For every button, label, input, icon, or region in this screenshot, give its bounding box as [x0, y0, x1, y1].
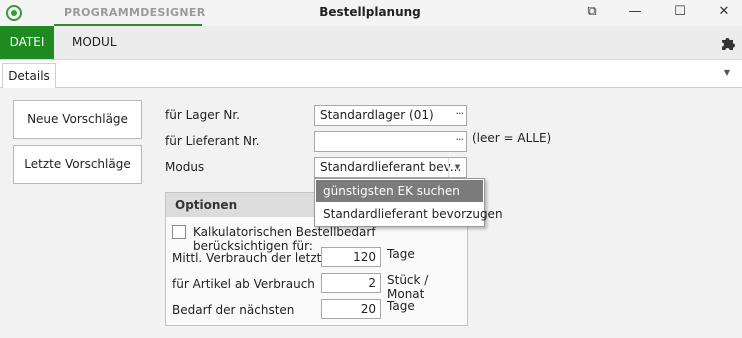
lieferant-label: für Lieferant Nr. — [165, 134, 260, 148]
artikel-unit: Stück / Monat — [387, 273, 429, 301]
lieferant-hint: (leer = ALLE) — [472, 131, 552, 145]
modus-value: Standardlieferant bev... — [320, 160, 462, 174]
maximize-icon[interactable]: ☐ — [660, 0, 700, 26]
window-title: Bestellplanung — [319, 5, 421, 19]
app-logo-icon[interactable] — [6, 5, 22, 21]
verbrauch-input[interactable]: 120 — [321, 247, 381, 267]
minimize-icon[interactable]: — — [615, 0, 655, 26]
ellipsis-icon[interactable]: ··· — [456, 132, 464, 148]
chevron-down-icon[interactable]: ▼ — [448, 158, 466, 177]
dropdown-option-guenstigsten-ek[interactable]: günstigsten EK suchen — [316, 180, 483, 202]
bedarf-input[interactable]: 20 — [321, 299, 381, 319]
menu-datei[interactable]: DATEI — [0, 26, 54, 59]
programmdesigner-tab[interactable]: PROGRAMMDESIGNER — [54, 0, 205, 26]
letzte-vorschlaege-button[interactable]: Letzte Vorschläge — [13, 145, 142, 184]
puzzle-icon[interactable] — [720, 35, 736, 51]
lager-label: für Lager Nr. — [165, 108, 240, 122]
artikel-input[interactable]: 2 — [321, 273, 381, 293]
close-icon[interactable]: ✕ — [704, 0, 742, 26]
kalkulatorisch-checkbox[interactable] — [172, 225, 186, 239]
chevron-down-icon[interactable]: ▼ — [724, 68, 730, 77]
modus-select[interactable]: Standardlieferant bev... ▼ — [314, 157, 467, 178]
ribbon-bar: DATEI MODUL — [0, 26, 742, 60]
tab-bar: Details ▼ — [0, 60, 742, 89]
bedarf-unit: Tage — [387, 299, 415, 313]
artikel-label: für Artikel ab Verbrauch — [172, 277, 315, 291]
verbrauch-label: Mittl. Verbrauch der letzten — [172, 251, 337, 265]
tab-details[interactable]: Details — [2, 63, 56, 89]
verbrauch-unit: Tage — [387, 247, 415, 261]
title-bar: PROGRAMMDESIGNER Bestellplanung ⧉ — ☐ ✕ — [0, 0, 742, 26]
bedarf-label: Bedarf der nächsten — [172, 303, 295, 317]
lieferant-field[interactable]: ··· — [314, 131, 467, 152]
restore-icon[interactable]: ⧉ — [572, 0, 612, 26]
neue-vorschlaege-button[interactable]: Neue Vorschläge — [13, 100, 142, 139]
ellipsis-icon[interactable]: ··· — [456, 106, 464, 122]
dropdown-option-standardlieferant[interactable]: Standardlieferant bevorzugen — [315, 203, 503, 226]
lager-field[interactable]: Standardlager (01) ··· — [314, 105, 467, 126]
modus-label: Modus — [165, 160, 205, 174]
lager-value: Standardlager (01) — [320, 108, 434, 122]
modus-dropdown-list: günstigsten EK suchen Standardlieferant … — [314, 178, 503, 227]
menu-modul[interactable]: MODUL — [72, 26, 117, 59]
